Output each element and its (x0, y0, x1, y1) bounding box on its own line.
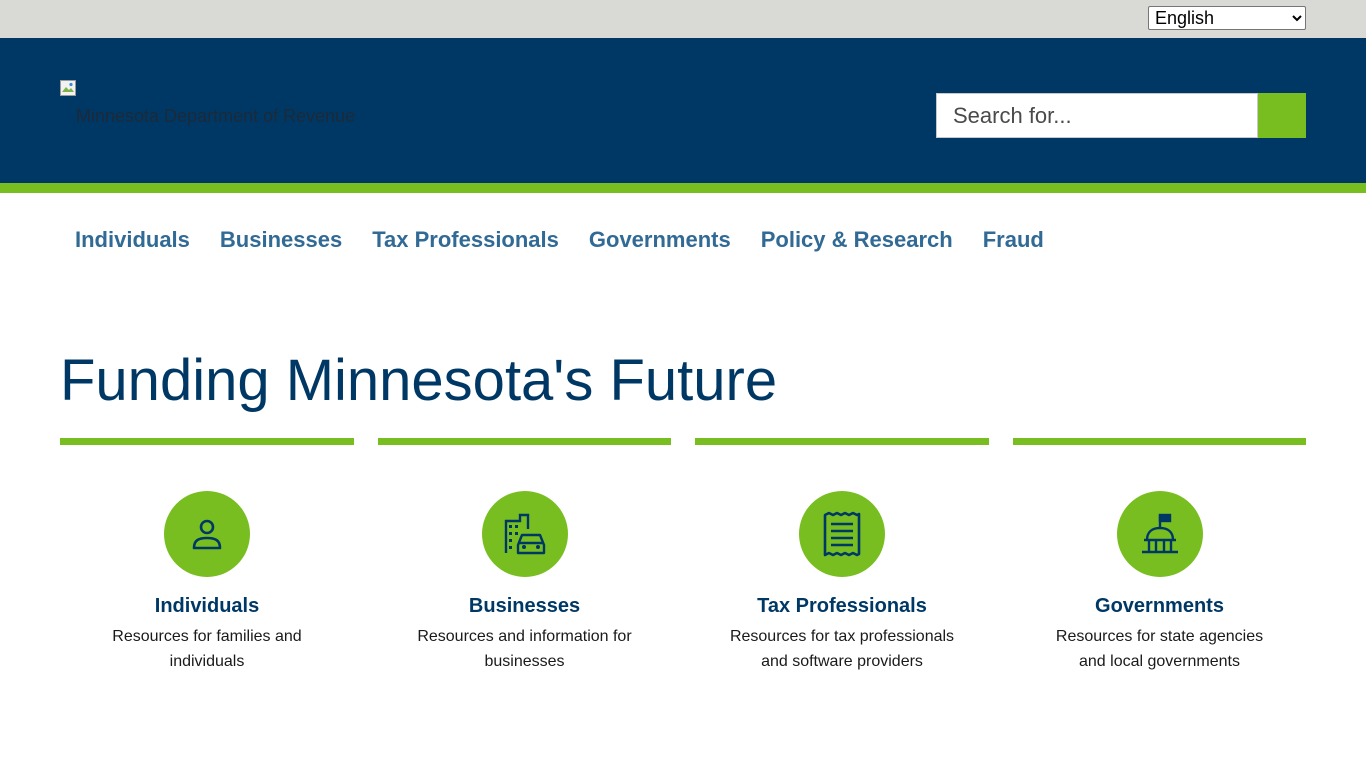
nav-item-fraud[interactable]: Fraud (968, 222, 1059, 258)
capitol-icon (1116, 491, 1203, 577)
card-title: Tax Professionals (757, 595, 927, 617)
card-accent-bar (695, 438, 989, 445)
nav-item-businesses[interactable]: Businesses (205, 222, 357, 258)
card-businesses[interactable]: Businesses Resources and information for… (378, 438, 671, 688)
search-button[interactable] (1258, 93, 1306, 138)
card-accent-bar (378, 438, 671, 445)
site-header: Minnesota Department of Revenue (0, 38, 1366, 183)
page-title: Funding Minnesota's Future (60, 348, 778, 413)
building-car-icon (481, 491, 568, 577)
card-description: Resources for families and individuals (112, 628, 302, 670)
card-description: Resources and information for businesses (417, 628, 632, 670)
nav-item-individuals[interactable]: Individuals (60, 222, 205, 258)
card-governments[interactable]: Governments Resources for state agencies… (1013, 438, 1306, 688)
search-form (936, 93, 1306, 138)
header-accent-stripe (0, 183, 1366, 193)
main-nav: Individuals Businesses Tax Professionals… (60, 222, 1059, 258)
card-accent-bar (1013, 438, 1306, 445)
nav-item-governments[interactable]: Governments (574, 222, 746, 258)
broken-image-icon (60, 80, 76, 96)
card-title: Individuals (154, 595, 260, 617)
card-tax-professionals[interactable]: Tax Professionals Resources for tax prof… (695, 438, 989, 688)
card-description: Resources for tax professionals and soft… (729, 628, 955, 670)
search-input[interactable] (936, 93, 1258, 138)
nav-item-policy-research[interactable]: Policy & Research (746, 222, 968, 258)
card-accent-bar (60, 438, 354, 445)
card-title: Businesses (468, 595, 581, 617)
utility-bar: English (0, 0, 1366, 38)
person-icon (164, 491, 250, 577)
logo-alt-text: Minnesota Department of Revenue (76, 106, 356, 126)
card-description: Resources for state agencies and local g… (1055, 628, 1264, 670)
receipt-icon (799, 491, 885, 577)
card-title: Governments (1095, 595, 1224, 617)
card-individuals[interactable]: Individuals Resources for families and i… (60, 438, 354, 688)
language-select[interactable]: English (1148, 6, 1306, 30)
nav-item-tax-professionals[interactable]: Tax Professionals (357, 222, 574, 258)
logo-link[interactable]: Minnesota Department of Revenue (60, 80, 380, 140)
